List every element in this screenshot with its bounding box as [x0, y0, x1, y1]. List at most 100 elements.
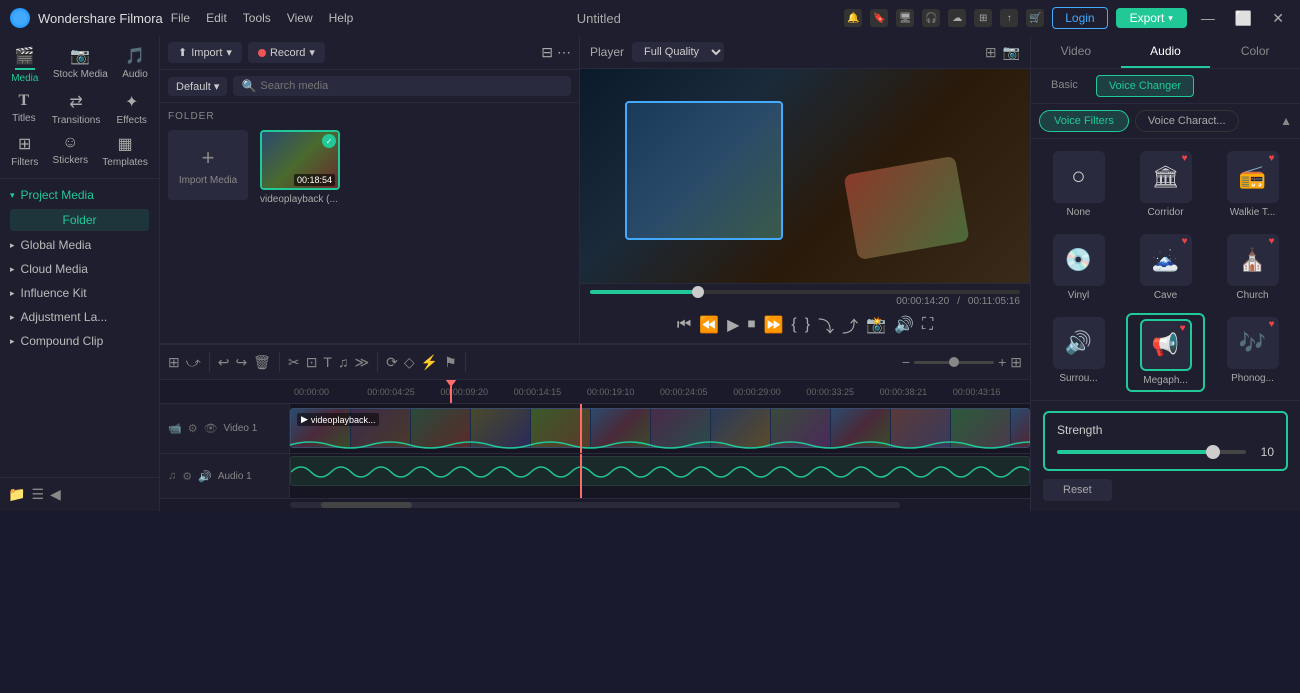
audio-clip[interactable]	[290, 456, 1030, 486]
vf-none[interactable]: ○ None	[1039, 147, 1118, 222]
import-placeholder[interactable]: + Import Media	[168, 130, 248, 200]
video-track-eye-button[interactable]: 👁	[204, 422, 218, 435]
scrollbar-thumb[interactable]	[321, 502, 413, 508]
zoom-in-button[interactable]: +	[998, 354, 1006, 370]
reset-button[interactable]: Reset	[1043, 479, 1112, 501]
insert-button[interactable]: ⤴	[842, 313, 858, 337]
tree-cloud-media[interactable]: ▸ Cloud Media	[0, 257, 159, 281]
zoom-out-button[interactable]: −	[902, 354, 910, 370]
vf-megaphone[interactable]: ♥ 📢 Megaph...	[1126, 313, 1205, 392]
tool-transitions[interactable]: ⇄ Transitions	[46, 88, 107, 130]
tree-compound-clip[interactable]: ▸ Compound Clip	[0, 329, 159, 353]
subtab-basic[interactable]: Basic	[1039, 75, 1090, 97]
quality-select[interactable]: Full Quality	[632, 42, 724, 62]
search-input[interactable]	[260, 80, 563, 92]
vf-phonograph[interactable]: ♥ 🎶 Phonog...	[1213, 313, 1292, 392]
time-bar[interactable]	[590, 290, 1020, 294]
tab-audio[interactable]: Audio	[1121, 36, 1211, 68]
share-icon[interactable]: ↑	[1000, 9, 1018, 27]
marker-button[interactable]: ⚑	[444, 354, 457, 371]
ripple-button[interactable]: ⤻	[186, 354, 201, 371]
sort-button[interactable]: ⊟	[541, 44, 553, 61]
audio-track-note-button[interactable]: ♫	[168, 470, 176, 482]
vf-church[interactable]: ♥ ⛪ Church	[1213, 230, 1292, 305]
tree-folder[interactable]: Folder	[10, 209, 149, 231]
tree-project-media[interactable]: ▾ Project Media	[0, 183, 159, 207]
record-button[interactable]: Record ▾	[248, 42, 325, 63]
grid-overlay-button[interactable]: ⊞	[1010, 354, 1022, 371]
import-button[interactable]: ⬆ Import ▾	[168, 42, 242, 63]
tool-media[interactable]: 🎬 Media	[5, 42, 44, 88]
vf-surround[interactable]: 🔊 Surrou...	[1039, 313, 1118, 392]
step-forward-button[interactable]: ⏩	[763, 315, 783, 335]
keyframe-button[interactable]: ◇	[404, 354, 415, 371]
tool-stickers[interactable]: ☺ Stickers	[47, 130, 95, 172]
menu-tools[interactable]: Tools	[243, 11, 271, 25]
close-button[interactable]: ✕	[1266, 10, 1290, 27]
default-select[interactable]: Default ▾	[168, 77, 227, 96]
snapshot-icon[interactable]: 📷	[1003, 44, 1020, 61]
play-button[interactable]: ▶	[727, 315, 739, 335]
vf-walkie[interactable]: ♥ 📻 Walkie T...	[1213, 147, 1292, 222]
audio-track-settings-button[interactable]: ⚙	[182, 470, 192, 483]
minimize-button[interactable]: —	[1195, 10, 1221, 26]
collapse-panel-button[interactable]: ◀	[50, 486, 61, 503]
step-back-button[interactable]: ⏪	[699, 315, 719, 335]
strength-slider[interactable]	[1057, 450, 1246, 454]
bookmark-icon[interactable]: 🔖	[870, 9, 888, 27]
export-button[interactable]: Export ▾	[1116, 8, 1187, 28]
tool-audio[interactable]: 🎵 Audio	[116, 42, 154, 88]
grid-view-icon[interactable]: ⊞	[985, 44, 997, 61]
tab-color[interactable]: Color	[1210, 36, 1300, 68]
cloud-icon[interactable]: ☁	[948, 9, 966, 27]
tool-filters[interactable]: ⊞ Filters	[5, 130, 44, 172]
more-button[interactable]: ≫	[354, 354, 369, 371]
grid-icon[interactable]: ⊞	[974, 9, 992, 27]
audio-track-volume-button[interactable]: 🔊	[198, 470, 212, 483]
cart-icon[interactable]: 🛒	[1026, 9, 1044, 27]
crop-button[interactable]: ⊡	[306, 354, 318, 371]
tree-adjustment-layer[interactable]: ▸ Adjustment La...	[0, 305, 159, 329]
time-bar-thumb[interactable]	[692, 286, 704, 298]
zoom-slider[interactable]	[914, 361, 994, 364]
undo-button[interactable]: ↩	[218, 354, 230, 371]
audio-clip-button[interactable]: ♫	[338, 354, 349, 370]
loop-button[interactable]: ⟳	[386, 354, 398, 371]
tab-video[interactable]: Video	[1031, 36, 1121, 68]
snapshot-btn[interactable]: 📸	[866, 315, 886, 335]
mark-in-button[interactable]: {	[791, 316, 796, 334]
menu-view[interactable]: View	[287, 11, 313, 25]
menu-help[interactable]: Help	[329, 11, 354, 25]
stop-button[interactable]: ⏹	[747, 316, 755, 334]
video-track-settings-button[interactable]: ⚙	[188, 422, 198, 435]
cut-button[interactable]: ✂	[288, 354, 300, 371]
tool-stock-media[interactable]: 📷 Stock Media	[47, 42, 114, 88]
menu-file[interactable]: File	[171, 11, 190, 25]
vf-corridor[interactable]: ♥ 🏛 Corridor	[1126, 147, 1205, 222]
redo-button[interactable]: ↪	[235, 354, 247, 371]
media-thumbnail[interactable]: 00:18:54 ✓ videoplayback (...	[260, 130, 340, 205]
go-to-start-button[interactable]: ⏮	[677, 316, 691, 334]
monitor-icon[interactable]: 🖥	[896, 9, 914, 27]
tool-templates[interactable]: ▦ Templates	[96, 130, 154, 172]
voice-character-button[interactable]: Voice Charact...	[1135, 110, 1239, 132]
tree-global-media[interactable]: ▸ Global Media	[0, 233, 159, 257]
vf-cave[interactable]: ♥ 🗻 Cave	[1126, 230, 1205, 305]
audio-btn[interactable]: 🔊	[894, 315, 914, 335]
audio-track-content[interactable]	[290, 454, 1030, 498]
mark-out-button[interactable]: }	[805, 316, 810, 334]
video-track-content[interactable]: ▶ videoplayback...	[290, 404, 1030, 453]
text-button[interactable]: T	[323, 354, 332, 370]
vf-vinyl[interactable]: 💿 Vinyl	[1039, 230, 1118, 305]
menu-edit[interactable]: Edit	[206, 11, 227, 25]
split-view-button[interactable]: ⊞	[168, 354, 180, 371]
tree-influence-kit[interactable]: ▸ Influence Kit	[0, 281, 159, 305]
headphone-icon[interactable]: 🎧	[922, 9, 940, 27]
collapse-right-button[interactable]: ▲	[1280, 114, 1292, 128]
notification-icon[interactable]: 🔔	[844, 9, 862, 27]
scrollbar-track[interactable]	[290, 502, 900, 508]
list-view-button[interactable]: ☰	[31, 486, 44, 503]
extract-button[interactable]: ⤵	[818, 313, 834, 337]
more-options-button[interactable]: ⋯	[557, 44, 571, 61]
new-folder-button[interactable]: 📁	[8, 486, 25, 503]
